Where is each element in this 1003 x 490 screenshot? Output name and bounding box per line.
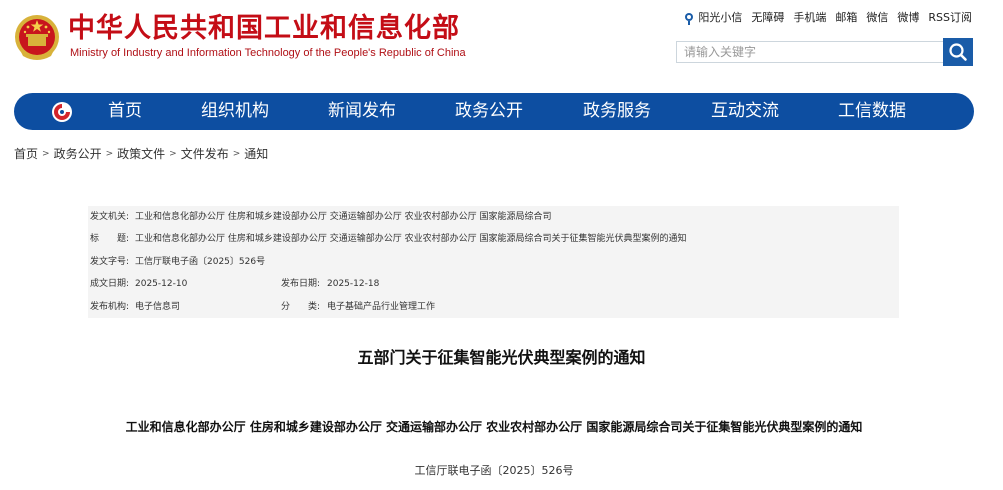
site-subtitle: Ministry of Industry and Information Tec… [70,47,466,59]
breadcrumb-doc-release[interactable]: 文件发布 [181,145,229,162]
article-doc-number: 工信厅联电子函〔2025〕526号 [414,464,574,477]
meta-row-dates: 成文日期: 2025-12-10 发布日期: 2025-12-18 [88,273,899,295]
top-link-wechat[interactable]: 微信 [866,9,888,25]
chevron-right-icon: > [105,148,114,159]
meta-label: 发文字号: [90,257,130,267]
breadcrumb-notice[interactable]: 通知 [244,145,268,162]
meta-row-issuer: 发文机关: 工业和信息化部办公厅 住房和城乡建设部办公厅 交通运输部办公厅 农业… [88,206,899,228]
chevron-right-icon: > [169,148,177,159]
meta-value: 电子信息司 [135,302,181,312]
breadcrumb-policy-docs[interactable]: 政策文件 [117,145,165,162]
nav-item-services[interactable]: 政务服务 [583,93,651,130]
meta-row-agency: 发布机构: 电子信息司 分 类: 电子基础产品行业管理工作 [88,296,899,318]
site-header: 中华人民共和国工业和信息化部 Ministry of Industry and … [0,0,1003,90]
nav-item-data[interactable]: 工信数据 [838,93,906,130]
breadcrumb: 首页 > 政务公开 > 政策文件 > 文件发布 > 通知 [14,145,268,162]
top-link-sunshine[interactable]: 阳光小信 [683,9,742,25]
site-title[interactable]: 中华人民共和国工业和信息化部 [68,13,460,45]
top-link-mobile[interactable]: 手机端 [793,9,826,25]
nav-item-gov-affairs[interactable]: 政务公开 [455,93,523,130]
chevron-right-icon: > [232,148,241,159]
top-links: 阳光小信 无障碍 手机端 邮箱 微信 微博 RSS订阅 [683,9,972,25]
meta-label: 标 题: [90,234,130,244]
breadcrumb-home[interactable]: 首页 [14,145,38,162]
top-link-label: 阳光小信 [698,11,743,24]
search-icon [949,43,967,61]
miit-logo-icon[interactable] [51,101,73,123]
meta-row-doc-number: 发文字号: 工信厅联电子函〔2025〕526号 [88,251,899,273]
meta-row-title: 标 题: 工业和信息化部办公厅 住房和城乡建设部办公厅 交通运输部办公厅 农业农… [88,228,899,250]
search-button[interactable] [943,38,973,66]
main-nav: 首页 组织机构 新闻发布 政务公开 政务服务 互动交流 工信数据 [14,93,974,130]
meta-label: 分 类: [281,302,321,312]
search-box [676,38,974,66]
nav-item-interaction[interactable]: 互动交流 [711,93,779,130]
meta-value: 工业和信息化部办公厅 住房和城乡建设部办公厅 交通运输部办公厅 农业农村部办公厅… [135,212,552,222]
meta-label: 成文日期: [90,279,130,289]
meta-value: 电子基础产品行业管理工作 [327,302,436,312]
meta-value: 2025-12-18 [327,279,380,289]
meta-label: 发布日期: [281,279,321,289]
nav-item-news[interactable]: 新闻发布 [328,93,396,130]
top-link-rss[interactable]: RSS订阅 [928,9,972,25]
document-meta-table: 发文机关: 工业和信息化部办公厅 住房和城乡建设部办公厅 交通运输部办公厅 农业… [88,206,899,318]
national-emblem-icon[interactable] [14,12,60,62]
chevron-right-icon: > [42,148,50,159]
top-link-weibo[interactable]: 微博 [897,9,919,25]
article-title: 五部门关于征集智能光伏典型案例的通知 [357,348,646,367]
search-input[interactable] [676,41,944,63]
top-link-accessibility[interactable]: 无障碍 [751,9,784,25]
meta-label: 发文机关: [90,212,130,222]
meta-value: 2025-12-10 [135,279,188,289]
meta-value: 工信厅联电子函〔2025〕526号 [135,257,266,267]
article-subtitle: 工业和信息化部办公厅 住房和城乡建设部办公厅 交通运输部办公厅 农业农村部办公厅… [125,420,863,434]
breadcrumb-gov-affairs[interactable]: 政务公开 [54,145,102,162]
meta-label: 发布机构: [90,302,130,312]
top-link-email[interactable]: 邮箱 [835,9,857,25]
meta-value: 工业和信息化部办公厅 住房和城乡建设部办公厅 交通运输部办公厅 农业农村部办公厅… [135,234,687,244]
sunshine-icon [685,12,694,25]
nav-item-home[interactable]: 首页 [108,93,142,130]
nav-item-organization[interactable]: 组织机构 [201,93,269,130]
